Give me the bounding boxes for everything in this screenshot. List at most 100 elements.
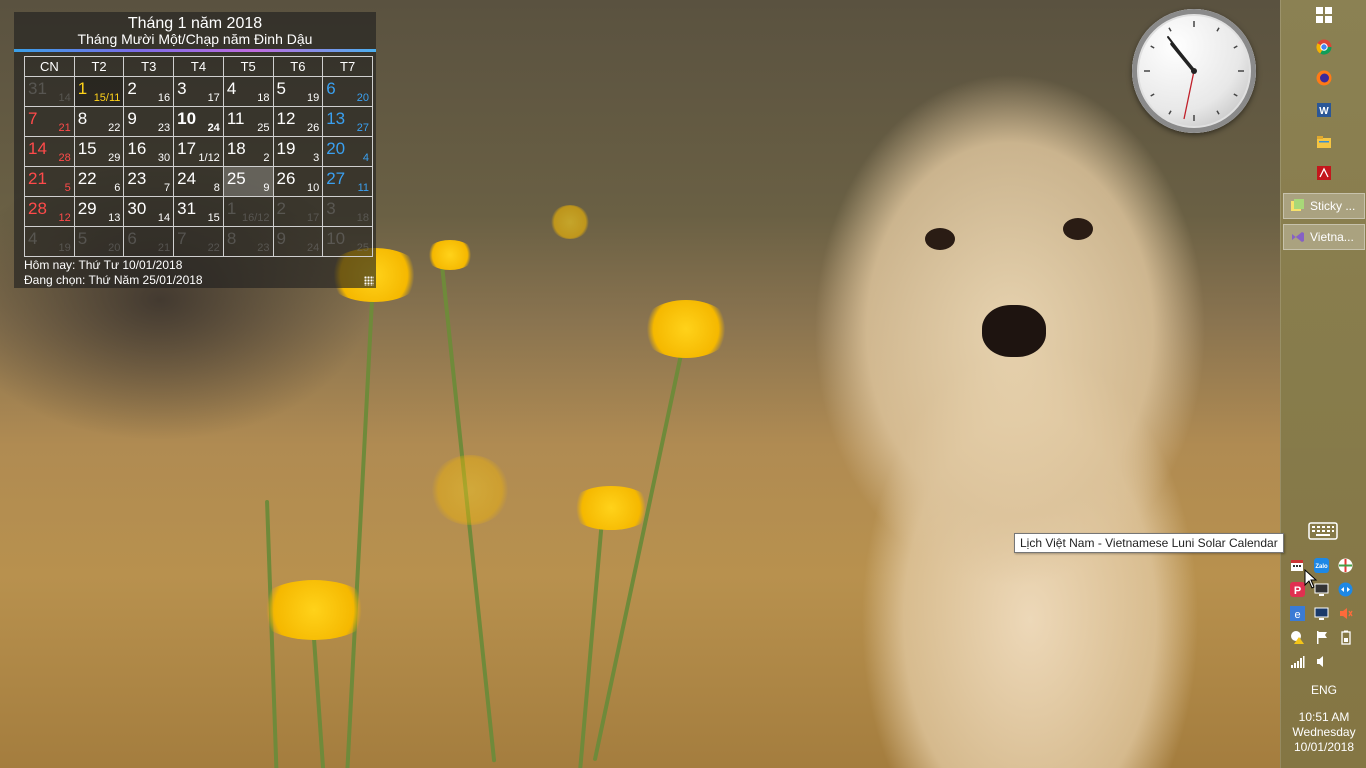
solar-day-number: 27 xyxy=(326,169,346,188)
warning-cloud-icon[interactable] xyxy=(1289,629,1305,645)
calendar-day-cell[interactable]: 10 25 xyxy=(322,226,373,257)
lunar-day-number: 17 xyxy=(207,92,220,104)
calendar-day-cell[interactable]: 8 23 xyxy=(222,226,274,257)
calendar-day-cell[interactable]: 21 5 xyxy=(24,166,75,197)
taskbar: W Sticky ... Vietna... Zalo P e ENG 10:5… xyxy=(1280,0,1366,768)
volume-muted-icon[interactable] xyxy=(1337,605,1353,621)
acrobat-icon[interactable] xyxy=(1314,163,1334,183)
calendar-day-cell[interactable]: 4 18 xyxy=(222,76,274,107)
calendar-day-cell[interactable]: 30 14 xyxy=(123,196,175,227)
lunar-calendar-icon[interactable] xyxy=(1289,557,1305,573)
calendar-day-cell[interactable]: 16 30 xyxy=(123,136,175,167)
firefox-icon[interactable] xyxy=(1314,68,1334,88)
solar-day-number: 14 xyxy=(28,139,47,158)
lunar-day-number: 4 xyxy=(362,152,369,164)
solar-day-number: 4 xyxy=(28,229,38,248)
file-explorer-icon[interactable] xyxy=(1314,132,1334,152)
calendar-day-cell[interactable]: 28 12 xyxy=(24,196,75,227)
calendar-day-cell[interactable]: 31 15 xyxy=(173,196,224,227)
puppy-nose xyxy=(982,305,1046,357)
calendar-day-cell[interactable]: 7 21 xyxy=(24,106,75,137)
puppy-eye-right xyxy=(1063,218,1093,240)
calendar-grid: CN T2 T3 T4 T5 T6 T7 31 14 1 15/11 2 16 3 17 4 18 5 19 6 20… xyxy=(24,56,373,257)
calendar-day-cell[interactable]: 14 28 xyxy=(24,136,75,167)
lunar-day-number: 16/12 xyxy=(241,212,270,224)
lunar-day-number: 15/11 xyxy=(93,92,121,104)
sticky-notes-icon xyxy=(1291,199,1304,211)
solar-day-number: 23 xyxy=(127,169,147,188)
lunar-day-number: 10 xyxy=(306,182,320,194)
calendar-lunar-subtitle: Tháng Mười Một/Chạp năm Đinh Dậu xyxy=(77,31,313,47)
calendar-day-cell[interactable]: 26 10 xyxy=(272,166,324,197)
taskbar-app-sticky-notes[interactable]: Sticky ... xyxy=(1283,193,1365,219)
svg-text:P: P xyxy=(1293,585,1300,597)
calendar-day-cell[interactable]: 8 22 xyxy=(73,106,125,137)
calendar-day-cell[interactable]: 17 1/12 xyxy=(173,136,224,167)
calendar-day-cell[interactable]: 18 2 xyxy=(222,136,274,167)
calendar-day-cell[interactable]: 10 24 xyxy=(173,106,224,137)
pinterest-icon[interactable]: P xyxy=(1289,581,1305,597)
calendar-accent-bar xyxy=(14,49,376,52)
taskbar-app-vietnamese-calendar[interactable]: Vietna... xyxy=(1283,224,1365,250)
calendar-day-cell[interactable]: 25 9 xyxy=(222,166,274,197)
calendar-day-cell[interactable]: 2 17 xyxy=(272,196,324,227)
calendar-day-cell[interactable]: 1 16/12 xyxy=(222,196,274,227)
calendar-day-cell[interactable]: 27 11 xyxy=(322,166,373,197)
calendar-day-cell[interactable]: 3 18 xyxy=(322,196,373,227)
lunar-day-number: 9 xyxy=(263,182,270,194)
analog-clock-gadget[interactable] xyxy=(1132,9,1256,133)
calendar-day-cell[interactable]: 12 26 xyxy=(272,106,324,137)
calendar-day-cell[interactable]: 24 8 xyxy=(173,166,224,197)
calendar-day-cell[interactable]: 4 19 xyxy=(24,226,75,257)
windows-icon[interactable] xyxy=(1314,5,1334,25)
taskbar-app-label: Vietna... xyxy=(1310,230,1354,244)
calendar-day-cell[interactable]: 11 25 xyxy=(222,106,274,137)
calendar-day-cell[interactable]: 22 6 xyxy=(73,166,125,197)
calendar-day-cell[interactable]: 31 14 xyxy=(24,76,75,107)
calendar-day-cell[interactable]: 2 16 xyxy=(123,76,175,107)
lunar-day-number: 18 xyxy=(257,92,270,104)
calendar-day-cell[interactable]: 5 19 xyxy=(272,76,324,107)
taskbar-clock[interactable]: 10:51 AM Wednesday 10/01/2018 xyxy=(1281,710,1366,755)
battery-icon[interactable] xyxy=(1337,629,1353,645)
calendar-day-cell[interactable]: 13 27 xyxy=(322,106,373,137)
solar-day-number: 5 xyxy=(77,229,88,248)
lunar-day-number: 22 xyxy=(108,122,121,134)
touch-keyboard-icon[interactable] xyxy=(1307,521,1339,541)
solar-day-number: 22 xyxy=(77,169,97,188)
calendar-day-cell[interactable]: 9 24 xyxy=(272,226,324,257)
solar-day-number: 30 xyxy=(127,199,147,218)
flag-icon[interactable] xyxy=(1313,629,1329,645)
calendar-day-cell[interactable]: 20 4 xyxy=(322,136,373,167)
calendar-footer: Hôm nay: Thứ Tư 10/01/2018 Đang chọn: Th… xyxy=(24,258,203,288)
lunar-day-number: 18 xyxy=(356,212,369,224)
calendar-day-cell[interactable]: 19 3 xyxy=(272,136,324,167)
calendar-day-cell[interactable]: 3 17 xyxy=(173,76,224,107)
input-language-indicator[interactable]: ENG xyxy=(1281,683,1366,697)
word-icon[interactable]: W xyxy=(1314,100,1334,120)
teamviewer-icon[interactable] xyxy=(1337,581,1353,597)
weekday-header: CN xyxy=(24,56,75,77)
calendar-day-cell[interactable]: 23 7 xyxy=(123,166,175,197)
calendar-day-cell[interactable]: 6 20 xyxy=(322,76,373,107)
lunar-day-number: 30 xyxy=(157,152,171,164)
calendar-day-cell[interactable]: 29 13 xyxy=(73,196,125,227)
lunar-day-number: 16 xyxy=(157,92,171,104)
speaker-icon[interactable] xyxy=(1313,653,1329,669)
calendar-day-cell[interactable]: 1 15/11 xyxy=(73,76,125,107)
resize-grip-icon[interactable] xyxy=(364,276,374,286)
ie-icon[interactable]: e xyxy=(1289,605,1305,621)
calendar-day-cell[interactable]: 5 20 xyxy=(73,226,125,257)
calendar-day-cell[interactable]: 15 29 xyxy=(73,136,125,167)
calendar-day-cell[interactable]: 6 21 xyxy=(123,226,175,257)
chrome-icon[interactable] xyxy=(1314,37,1334,57)
solar-day-number: 15 xyxy=(77,139,97,158)
chrome-remote-icon[interactable] xyxy=(1337,557,1353,573)
display-icon[interactable] xyxy=(1313,605,1329,621)
lunar-day-number: 23 xyxy=(157,122,171,134)
calendar-day-cell[interactable]: 9 23 xyxy=(123,106,175,137)
lunar-calendar-gadget[interactable]: Tháng 1 năm 2018 Tháng Mười Một/Chạp năm… xyxy=(14,12,376,288)
today-label[interactable]: Hôm nay: Thứ Tư 10/01/2018 xyxy=(24,258,203,273)
calendar-day-cell[interactable]: 7 22 xyxy=(173,226,224,257)
network-icon[interactable] xyxy=(1289,653,1305,669)
